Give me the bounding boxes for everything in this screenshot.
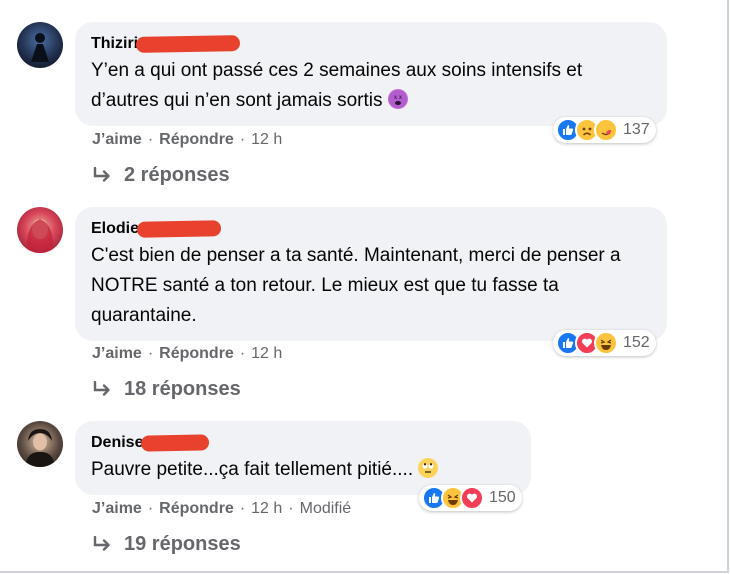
reactions-summary[interactable]: 137 xyxy=(553,117,656,143)
view-replies-link[interactable]: 2 réponses xyxy=(92,164,230,187)
view-replies-link[interactable]: 19 réponses xyxy=(92,533,241,556)
reaction-count: 150 xyxy=(489,489,516,506)
comment-text: Pauvre petite...ça fait tellement pitié.… xyxy=(91,459,414,480)
timestamp[interactable]: 12 h xyxy=(251,345,282,363)
redaction-mark xyxy=(135,35,241,53)
reply-arrow-icon xyxy=(93,380,110,396)
reaction-count: 152 xyxy=(623,334,650,351)
replies-label: 19 réponses xyxy=(124,533,241,555)
rolling-eyes-emoji-icon xyxy=(418,458,439,478)
comment-bubble: Thiziri Y’en a qui ont passé ces 2 semai… xyxy=(75,22,667,126)
comment-text: C'est bien de penser a ta santé. Mainten… xyxy=(91,245,621,326)
dizzy-face-emoji-icon: xx xyxy=(387,89,408,109)
comment-text: Y’en a qui ont passé ces 2 semaines aux … xyxy=(91,60,583,111)
comment-actions: J’aime · Répondre · 12 h xyxy=(92,131,282,149)
view-replies-link[interactable]: 18 réponses xyxy=(92,378,241,401)
replies-label: 2 réponses xyxy=(124,164,230,186)
haha-reaction-icon xyxy=(594,331,618,355)
comment-actions: J’aime · Répondre · 12 h xyxy=(92,345,282,363)
like-button[interactable]: J’aime xyxy=(92,131,142,149)
reply-button[interactable]: Répondre xyxy=(159,500,234,518)
comment-bubble: Elodie C'est bien de penser a ta santé. … xyxy=(75,207,667,341)
separator: · xyxy=(147,345,154,362)
timestamp[interactable]: 12 h xyxy=(251,500,282,518)
comment-author[interactable]: Elodie xyxy=(91,219,139,239)
avatar[interactable] xyxy=(17,207,63,253)
separator: · xyxy=(147,500,154,517)
comments-panel: Thiziri Y’en a qui ont passé ces 2 semai… xyxy=(0,0,729,573)
reactions-summary[interactable]: 150 xyxy=(419,485,522,511)
svg-text:x: x xyxy=(399,95,402,101)
svg-text:x: x xyxy=(394,95,397,101)
separator: · xyxy=(147,131,154,148)
separator: · xyxy=(239,500,246,517)
edited-label[interactable]: Modifié xyxy=(300,500,352,518)
separator: · xyxy=(239,131,246,148)
replies-label: 18 réponses xyxy=(124,378,241,400)
avatar[interactable] xyxy=(17,421,63,467)
reactions-summary[interactable]: 152 xyxy=(553,330,656,356)
reply-arrow-icon xyxy=(93,535,110,551)
comment-author[interactable]: Denise xyxy=(91,433,143,453)
avatar[interactable] xyxy=(17,22,63,68)
reply-arrow-icon xyxy=(93,166,110,182)
comment-bubble: Denise Pauvre petite...ça fait tellement… xyxy=(75,421,531,495)
separator: · xyxy=(288,500,294,517)
reaction-count: 137 xyxy=(623,121,650,138)
reply-button[interactable]: Répondre xyxy=(159,345,234,363)
care-reaction-icon xyxy=(594,118,618,142)
like-button[interactable]: J’aime xyxy=(92,345,142,363)
redaction-mark xyxy=(136,220,222,238)
like-button[interactable]: J’aime xyxy=(92,500,142,518)
comment-actions: J’aime · Répondre · 12 h · Modifié xyxy=(92,500,351,518)
timestamp[interactable]: 12 h xyxy=(251,131,282,149)
redaction-mark xyxy=(141,434,210,452)
love-reaction-icon xyxy=(460,486,484,510)
reply-button[interactable]: Répondre xyxy=(159,131,234,149)
comment-author[interactable]: Thiziri xyxy=(91,34,138,54)
separator: · xyxy=(239,345,246,362)
